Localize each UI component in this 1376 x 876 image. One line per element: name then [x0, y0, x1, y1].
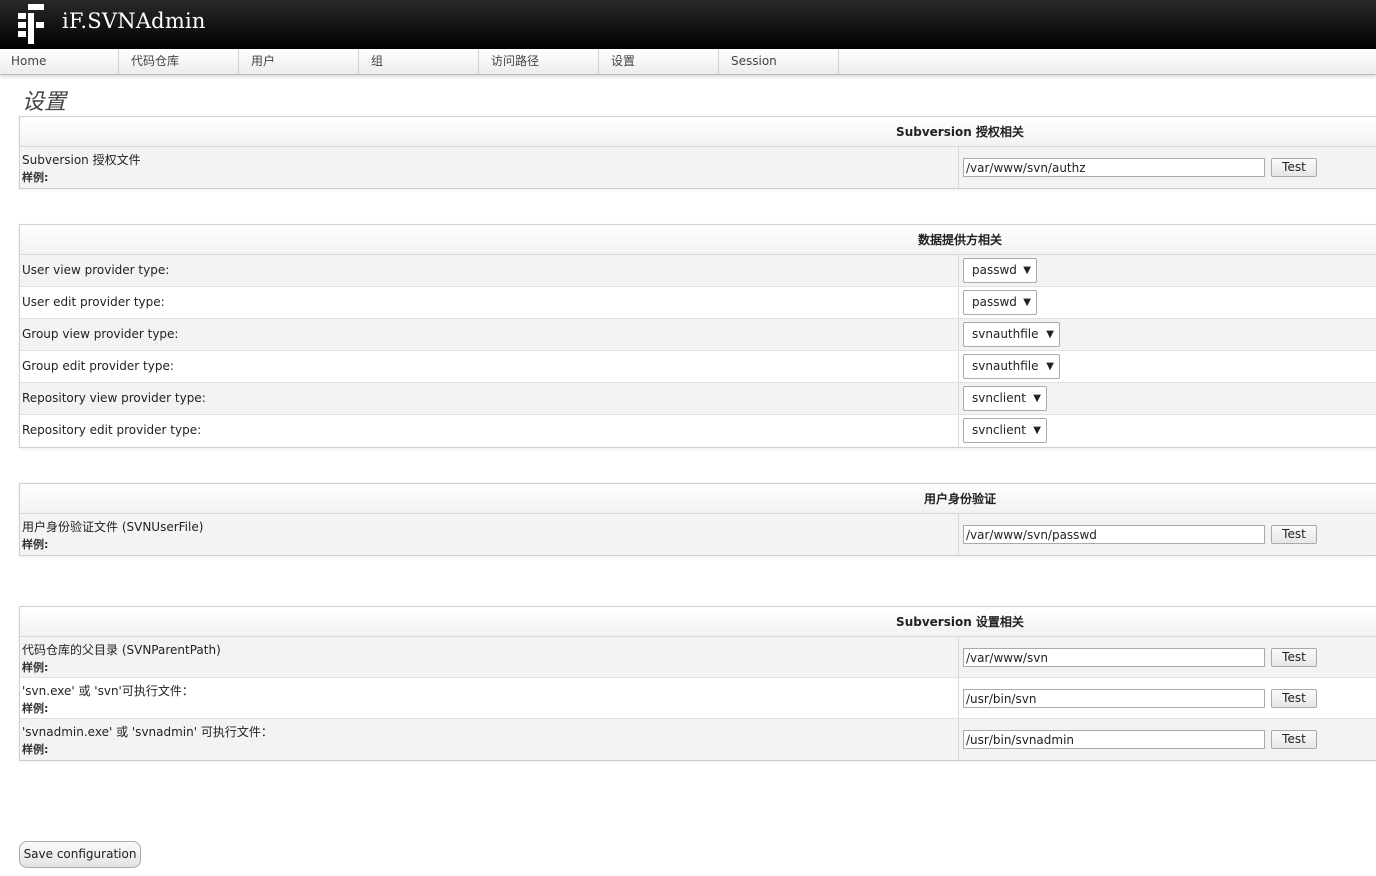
section-subversion-authz: Subversion 授权相关 Subversion 授权文件 样例: Test	[19, 116, 1376, 189]
setting-row: 'svn.exe' 或 'svn'可执行文件： 样例: Test	[20, 678, 1376, 719]
dropdown-arrow-icon: ▼	[1023, 297, 1031, 308]
dropdown-arrow-icon: ▼	[1033, 393, 1041, 404]
user-edit-provider-select[interactable]: passwd ▼	[963, 290, 1037, 315]
group-edit-provider-select[interactable]: svnauthfile ▼	[963, 354, 1060, 379]
setting-row: User edit provider type: passwd ▼	[20, 287, 1376, 319]
dropdown-arrow-icon: ▼	[1046, 329, 1054, 340]
setting-label: 代码仓库的父目录 (SVNParentPath)	[22, 643, 221, 657]
app-header: iF.SVNAdmin	[0, 0, 1376, 49]
sample-label: 样例:	[22, 743, 49, 756]
setting-label: Group view provider type:	[22, 327, 179, 341]
user-view-provider-select[interactable]: passwd ▼	[963, 258, 1037, 283]
sample-label: 样例:	[22, 702, 49, 715]
user-file-test-button[interactable]: Test	[1271, 525, 1317, 544]
nav-item-access-paths[interactable]: 访问路径	[480, 49, 599, 74]
dropdown-arrow-icon: ▼	[1023, 265, 1031, 276]
authz-file-input[interactable]	[963, 158, 1265, 177]
section-header: 用户身份验证	[20, 484, 1376, 514]
section-header: 数据提供方相关	[20, 225, 1376, 255]
setting-label: 'svnadmin.exe' 或 'svnadmin' 可执行文件：	[22, 725, 273, 739]
nav-item-repositories[interactable]: 代码仓库	[120, 49, 239, 74]
group-view-provider-select[interactable]: svnauthfile ▼	[963, 322, 1060, 347]
sample-label: 样例:	[22, 171, 49, 184]
svn-parent-path-test-button[interactable]: Test	[1271, 648, 1317, 667]
repository-view-provider-select[interactable]: svnclient ▼	[963, 386, 1047, 411]
sample-label: 样例:	[22, 661, 49, 674]
setting-label: Repository view provider type:	[22, 391, 206, 405]
nav-item-users[interactable]: 用户	[240, 49, 359, 74]
section-header: Subversion 设置相关	[20, 607, 1376, 637]
svn-executable-input[interactable]	[963, 689, 1265, 708]
setting-label: User view provider type:	[22, 263, 170, 277]
setting-row: 代码仓库的父目录 (SVNParentPath) 样例: Test	[20, 637, 1376, 678]
section-user-authentication: 用户身份验证 用户身份验证文件 (SVNUserFile) 样例: Test	[19, 483, 1376, 556]
setting-row: Group view provider type: svnauthfile ▼	[20, 319, 1376, 351]
repository-edit-provider-select[interactable]: svnclient ▼	[963, 418, 1047, 443]
setting-label: Subversion 授权文件	[22, 153, 141, 167]
nav-item-session[interactable]: Session	[720, 49, 839, 74]
setting-row: 用户身份验证文件 (SVNUserFile) 样例: Test	[20, 514, 1376, 555]
authz-test-button[interactable]: Test	[1271, 158, 1317, 177]
setting-label: User edit provider type:	[22, 295, 165, 309]
main-nav: Home 代码仓库 用户 组 访问路径 设置 Session	[0, 49, 1376, 75]
app-title: iF.SVNAdmin	[62, 9, 206, 33]
app-logo-icon	[18, 4, 44, 44]
svnadmin-executable-test-button[interactable]: Test	[1271, 730, 1317, 749]
section-subversion-settings: Subversion 设置相关 代码仓库的父目录 (SVNParentPath)…	[19, 606, 1376, 761]
section-title: Subversion 设置相关	[896, 615, 1024, 629]
section-title: 数据提供方相关	[917, 233, 1002, 247]
save-configuration-button[interactable]: Save configuration	[19, 841, 141, 868]
dropdown-arrow-icon: ▼	[1033, 425, 1041, 436]
section-title: Subversion 授权相关	[896, 125, 1024, 139]
setting-row: 'svnadmin.exe' 或 'svnadmin' 可执行文件： 样例: T…	[20, 719, 1376, 760]
page-title: 设置	[22, 90, 67, 115]
setting-row: User view provider type: passwd ▼	[20, 255, 1376, 287]
setting-row: Group edit provider type: svnauthfile ▼	[20, 351, 1376, 383]
svn-parent-path-input[interactable]	[963, 648, 1265, 667]
nav-item-settings[interactable]: 设置	[600, 49, 719, 74]
svnadmin-executable-input[interactable]	[963, 730, 1265, 749]
sample-label: 样例:	[22, 538, 49, 551]
nav-item-home[interactable]: Home	[0, 49, 119, 74]
user-file-input[interactable]	[963, 525, 1265, 544]
setting-label: Repository edit provider type:	[22, 423, 202, 437]
section-data-providers: 数据提供方相关 User view provider type: passwd ▼…	[19, 224, 1376, 448]
setting-label: 'svn.exe' 或 'svn'可执行文件：	[22, 684, 194, 698]
dropdown-arrow-icon: ▼	[1046, 361, 1054, 372]
setting-row: Repository edit provider type: svnclient…	[20, 415, 1376, 447]
setting-label: Group edit provider type:	[22, 359, 174, 373]
setting-row: Repository view provider type: svnclient…	[20, 383, 1376, 415]
section-title: 用户身份验证	[923, 492, 996, 506]
section-header: Subversion 授权相关	[20, 117, 1376, 147]
setting-label: 用户身份验证文件 (SVNUserFile)	[22, 520, 204, 534]
svn-executable-test-button[interactable]: Test	[1271, 689, 1317, 708]
nav-item-groups[interactable]: 组	[360, 49, 479, 74]
setting-row: Subversion 授权文件 样例: Test	[20, 147, 1376, 188]
